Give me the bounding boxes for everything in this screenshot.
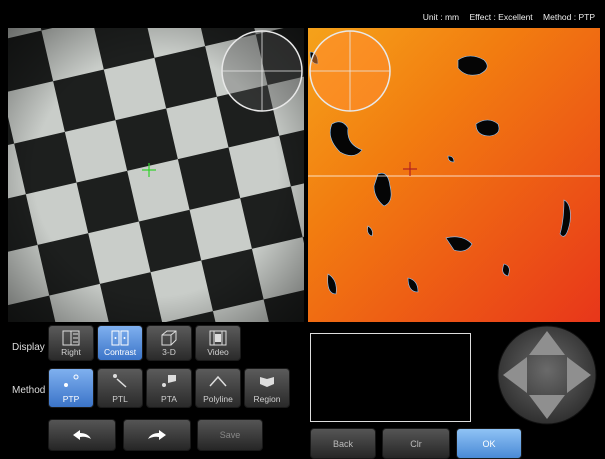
display-3d-button[interactable]: 3-D xyxy=(146,325,192,361)
film-icon xyxy=(209,330,227,346)
direction-pad[interactable] xyxy=(497,325,597,425)
clear-button[interactable]: Clr xyxy=(382,428,450,459)
method-ptp-button[interactable]: PTP xyxy=(48,368,94,408)
redo-button[interactable] xyxy=(123,419,191,451)
method-pta-button[interactable]: PTA xyxy=(146,368,192,408)
status-bar: Unit : mm Effect : Excellent Method : PT… xyxy=(415,12,595,22)
effect-status: Effect : Excellent xyxy=(469,12,533,22)
method-region-button[interactable]: Region xyxy=(244,368,290,408)
display-right-button[interactable]: Right xyxy=(48,325,94,361)
redo-arrow-icon xyxy=(148,430,166,440)
display-video-button[interactable]: Video xyxy=(195,325,241,361)
display-label: Display xyxy=(12,342,45,353)
region-icon xyxy=(260,377,274,387)
display-contrast-button[interactable]: Contrast xyxy=(97,325,143,361)
save-button[interactable]: Save xyxy=(197,419,263,451)
left-magnifier xyxy=(221,30,303,112)
right-magnifier xyxy=(309,30,391,112)
left-camera-view[interactable] xyxy=(8,28,304,322)
point-to-point-icon xyxy=(64,374,79,387)
method-label: Method xyxy=(12,385,46,396)
undo-button[interactable] xyxy=(48,419,116,451)
measurement-preview xyxy=(310,333,471,422)
polyline-icon xyxy=(209,375,227,387)
3d-cube-icon xyxy=(161,330,177,346)
back-button[interactable]: Back xyxy=(310,428,376,459)
method-status: Method : PTP xyxy=(543,12,595,22)
method-polyline-button[interactable]: Polyline xyxy=(195,368,241,408)
depth-map-view[interactable] xyxy=(308,28,600,322)
right-view-icon xyxy=(62,330,80,346)
unit-status: Unit : mm xyxy=(422,12,460,22)
point-to-line-icon xyxy=(113,374,127,388)
undo-arrow-icon xyxy=(73,430,91,440)
point-to-area-icon xyxy=(162,375,176,387)
ok-button[interactable]: OK xyxy=(456,428,522,459)
method-ptl-button[interactable]: PTL xyxy=(97,368,143,408)
contrast-icon xyxy=(111,330,129,346)
